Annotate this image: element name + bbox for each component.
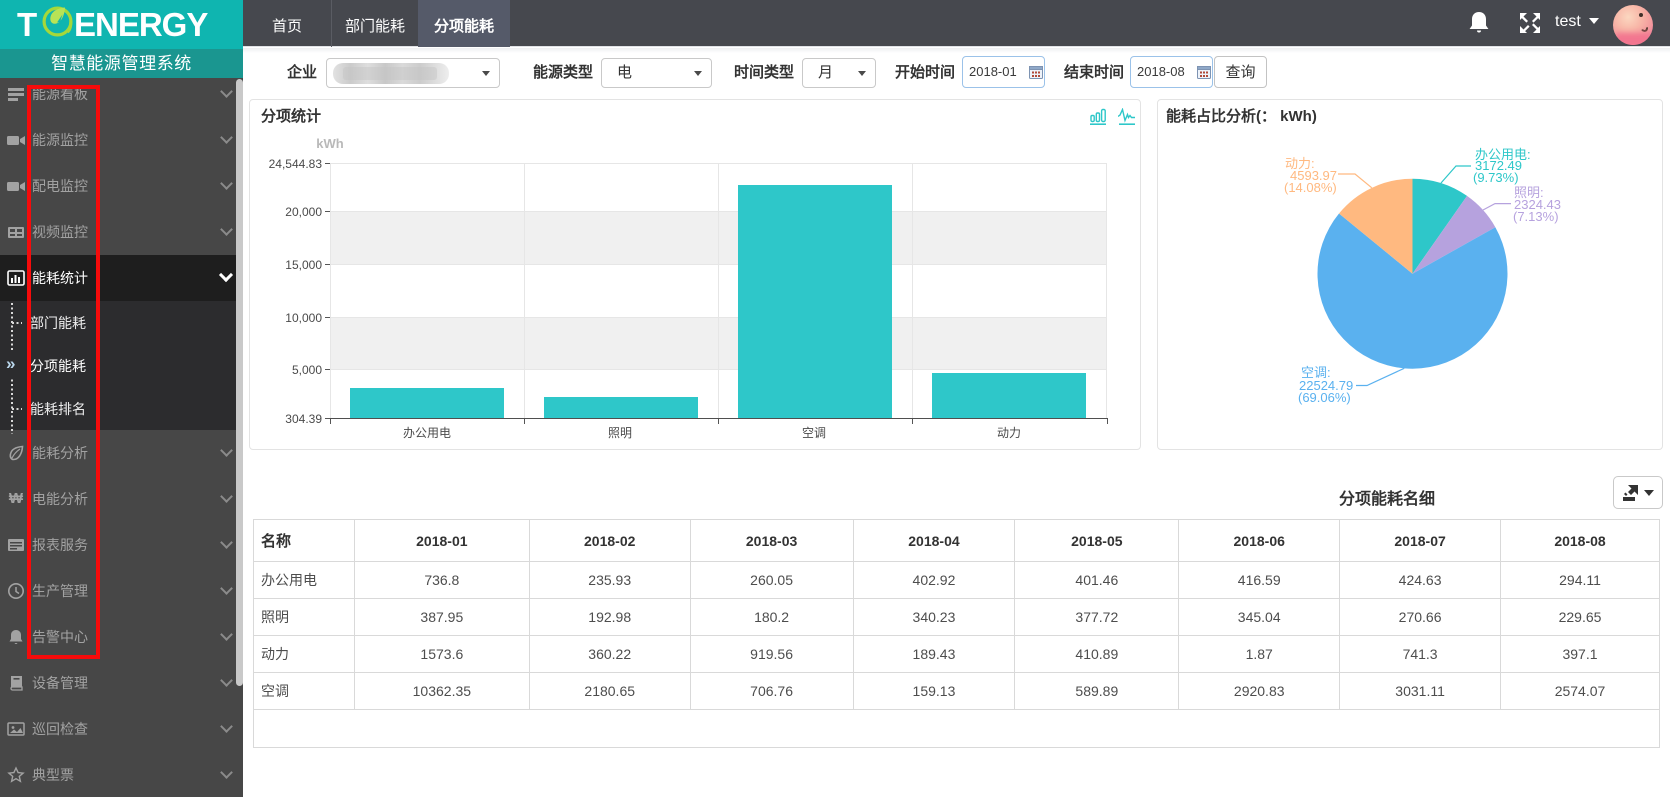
- svg-text:T: T: [17, 6, 37, 43]
- svg-text:ENERGY: ENERGY: [74, 6, 208, 43]
